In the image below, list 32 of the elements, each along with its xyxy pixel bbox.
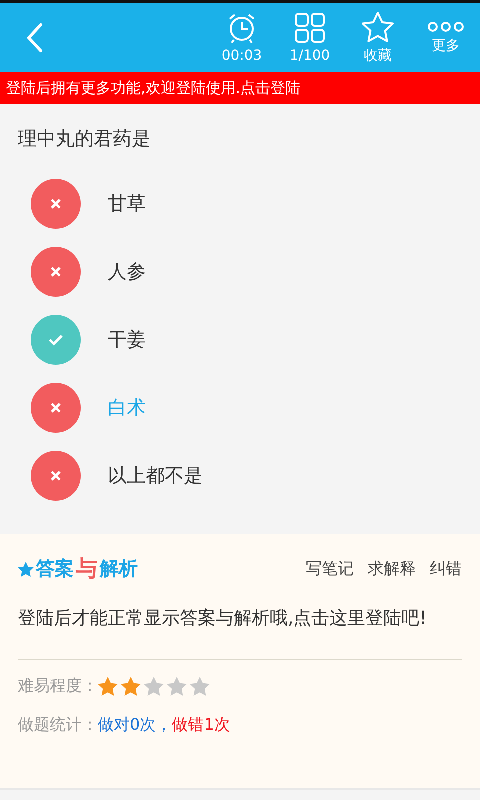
option-text[interactable]: 干姜 bbox=[108, 327, 146, 353]
login-banner[interactable]: 登陆后拥有更多功能,欢迎登陆使用.点击登陆 bbox=[0, 72, 480, 104]
stats-label: 做题统计： bbox=[18, 715, 98, 736]
option-text[interactable]: 甘草 bbox=[108, 191, 146, 217]
action-link[interactable]: 纠错 bbox=[430, 558, 462, 580]
grid-icon bbox=[294, 12, 326, 44]
stats-text: ， bbox=[156, 715, 172, 736]
logo-text: 答案 bbox=[36, 557, 74, 582]
star-icon bbox=[190, 677, 210, 696]
star-icon bbox=[144, 677, 164, 696]
star-icon bbox=[98, 677, 118, 696]
more-icon bbox=[427, 20, 465, 32]
stats-text: 做对0次 bbox=[98, 715, 156, 736]
cross-icon[interactable] bbox=[31, 179, 81, 229]
star-icon bbox=[361, 10, 395, 42]
stats-text: 做错1次 bbox=[172, 715, 230, 736]
action-link[interactable]: 求解释 bbox=[368, 558, 416, 580]
question-text: 理中丸的君药是 bbox=[17, 127, 152, 152]
star-icon bbox=[167, 677, 187, 696]
logo-text: 与 bbox=[76, 556, 98, 584]
cross-icon[interactable] bbox=[31, 383, 81, 433]
star-icon bbox=[18, 562, 34, 576]
cross-icon[interactable] bbox=[31, 247, 81, 297]
check-icon[interactable] bbox=[31, 315, 81, 365]
option-text[interactable]: 以上都不是 bbox=[108, 463, 203, 489]
login-message[interactable]: 登陆后才能正常显示答案与解析哦,点击这里登陆吧! bbox=[18, 602, 462, 635]
logo-text: 解析 bbox=[100, 557, 138, 582]
action-link[interactable]: 写笔记 bbox=[306, 558, 354, 580]
star-icon bbox=[121, 677, 141, 696]
cross-icon[interactable] bbox=[31, 451, 81, 501]
difficulty-label: 难易程度： bbox=[18, 676, 98, 697]
option-text[interactable]: 人参 bbox=[108, 259, 146, 285]
